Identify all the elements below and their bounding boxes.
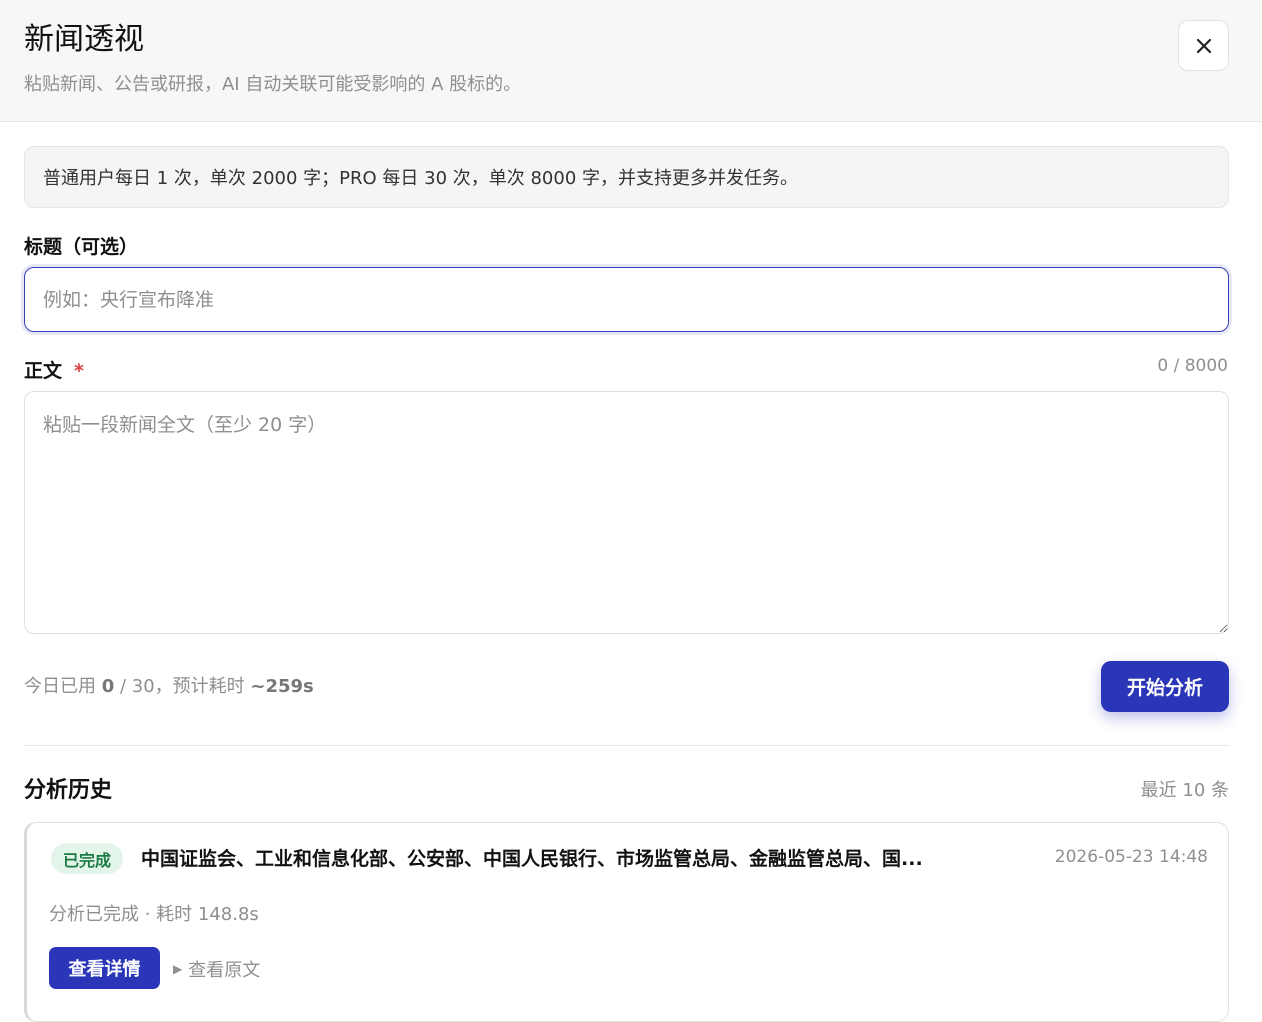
history-card: 已完成 中国证监会、工业和信息化部、公安部、中国人民银行、市场监管总局、金融监管… — [24, 822, 1229, 1022]
usage-prefix: 今日已用 — [24, 676, 102, 697]
history-title: 分析历史 — [24, 778, 113, 803]
usage-mid: / 30，预计耗时 — [114, 676, 251, 697]
view-original-label: 查看原文 — [188, 960, 261, 981]
title-input[interactable] — [24, 267, 1229, 332]
usage-info: 今日已用 0 / 30，预计耗时 ~259s — [24, 674, 314, 700]
quota-notice: 普通用户每日 1 次，单次 2000 字；PRO 每日 30 次，单次 8000… — [24, 146, 1229, 208]
history-item-timestamp: 2026-05-23 14:48 — [1054, 847, 1208, 867]
close-button[interactable] — [1178, 20, 1229, 71]
start-analysis-button[interactable]: 开始分析 — [1101, 661, 1229, 712]
history-item-title: 中国证监会、工业和信息化部、公安部、中国人民银行、市场监管总局、金融监管总局、国… — [141, 848, 923, 870]
history-item-meta: 分析已完成 · 耗时 148.8s — [49, 904, 259, 925]
close-icon — [1196, 38, 1211, 53]
modal-header: 新闻透视 粘贴新闻、公告或研报，AI 自动关联可能受影响的 A 股标的。 — [0, 0, 1262, 122]
required-mark: * — [74, 360, 84, 382]
section-divider — [24, 745, 1229, 746]
page-subtitle: 粘贴新闻、公告或研报，AI 自动关联可能受影响的 A 股标的。 — [24, 74, 522, 95]
body-textarea[interactable] — [24, 391, 1229, 634]
caret-right-icon: ▶ — [173, 962, 183, 976]
history-count: 最近 10 条 — [1140, 780, 1229, 801]
char-counter: 0 / 8000 — [1157, 356, 1228, 376]
body-label-text: 正文 — [24, 360, 63, 382]
title-label: 标题（可选） — [24, 236, 139, 258]
body-label: 正文 * — [24, 356, 84, 383]
status-badge: 已完成 — [51, 843, 124, 874]
usage-estimate: ~259s — [250, 676, 314, 697]
view-details-button[interactable]: 查看详情 — [49, 947, 160, 989]
page-title: 新闻透视 — [24, 22, 144, 57]
view-original-toggle[interactable]: ▶ 查看原文 — [173, 956, 260, 982]
usage-used: 0 — [101, 676, 115, 697]
